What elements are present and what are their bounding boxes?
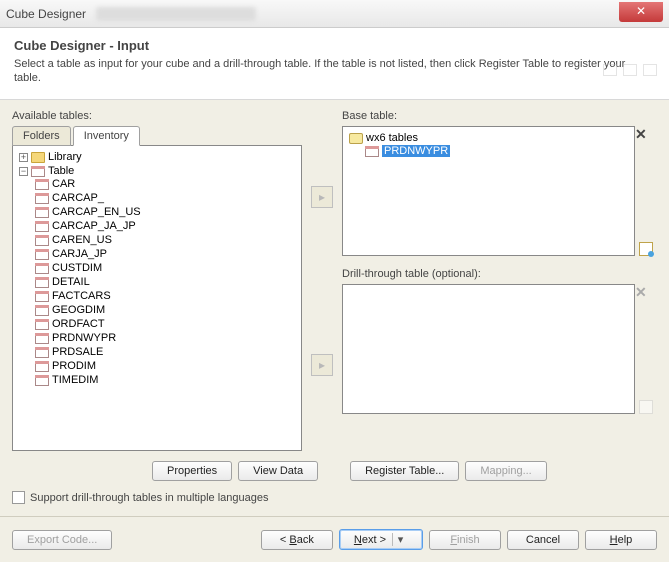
tree-item-label: CUSTDIM <box>52 262 102 274</box>
tree-item-label: PRDSALE <box>52 346 103 358</box>
tree-item-label: PRDNWYPR <box>52 332 116 344</box>
tree-item-label: GEOGDIM <box>52 304 105 316</box>
tree-node-library[interactable]: +Library <box>19 150 297 164</box>
tree-item-label: CAR <box>52 178 75 190</box>
properties-button[interactable]: Properties <box>152 461 232 481</box>
tree-item-label: CARCAP_EN_US <box>52 206 141 218</box>
available-tree[interactable]: +Library −Table CARCARCAP_CARCAP_EN_USCA… <box>12 145 302 451</box>
header-title: Cube Designer - Input <box>14 38 655 53</box>
available-tabstrip: Folders Inventory <box>12 126 302 146</box>
table-icon <box>35 305 49 316</box>
folder-icon <box>31 152 45 163</box>
header-window-icons <box>603 64 657 76</box>
base-root-node[interactable]: wx6 tables PRDNWYPR <box>349 131 630 159</box>
tree-item-label: CARCAP_ <box>52 192 104 204</box>
window-title: Cube Designer <box>6 7 86 21</box>
base-table-box[interactable]: wx6 tables PRDNWYPR <box>342 126 635 256</box>
table-icon <box>35 193 49 204</box>
base-table-label: Base table: <box>342 110 657 122</box>
tree-item[interactable]: CAR <box>35 177 297 191</box>
table-icon <box>35 207 49 218</box>
tree-item[interactable]: FACTCARS <box>35 289 297 303</box>
tree-item[interactable]: DETAIL <box>35 275 297 289</box>
wizard-footer: Export Code... < Back Next >▾ Finish Can… <box>0 516 669 562</box>
export-code-button: Export Code... <box>12 530 112 550</box>
table-icon <box>35 277 49 288</box>
tree-item-label: DETAIL <box>52 276 90 288</box>
close-icon[interactable] <box>643 64 657 76</box>
tree-item[interactable]: TIMEDIM <box>35 373 297 387</box>
table-icon <box>35 333 49 344</box>
tree-item[interactable]: GEOGDIM <box>35 303 297 317</box>
help-button[interactable]: Help <box>585 530 657 550</box>
table-icon <box>35 291 49 302</box>
drill-properties-icon <box>639 400 653 414</box>
view-data-button[interactable]: View Data <box>238 461 318 481</box>
remove-base-button[interactable]: ✕ <box>635 126 649 140</box>
back-button[interactable]: < Back <box>261 530 333 550</box>
tree-item-label: CARJA_JP <box>52 248 107 260</box>
tab-inventory[interactable]: Inventory <box>73 126 140 146</box>
tab-folders[interactable]: Folders <box>12 126 71 146</box>
tree-item[interactable]: CARCAP_ <box>35 191 297 205</box>
tree-item[interactable]: CARJA_JP <box>35 247 297 261</box>
drill-table-box[interactable] <box>342 284 635 414</box>
database-icon <box>349 133 363 144</box>
table-properties-icon[interactable] <box>639 242 653 256</box>
tree-item-label: TIMEDIM <box>52 374 98 386</box>
maximize-icon[interactable] <box>623 64 637 76</box>
tree-item[interactable]: ORDFACT <box>35 317 297 331</box>
next-dropdown-icon[interactable]: ▾ <box>392 533 408 546</box>
minimize-icon[interactable] <box>603 64 617 76</box>
finish-button: Finish <box>429 530 501 550</box>
dialog-header: Cube Designer - Input Select a table as … <box>0 28 669 100</box>
table-icon <box>35 235 49 246</box>
available-tables-label: Available tables: <box>12 110 302 122</box>
header-subtitle: Select a table as input for your cube an… <box>14 57 655 85</box>
remove-drill-button[interactable]: ✕ <box>635 284 649 298</box>
table-icon <box>365 146 379 157</box>
tree-item[interactable]: CUSTDIM <box>35 261 297 275</box>
close-button[interactable]: ✕ <box>619 2 663 22</box>
drill-table-label: Drill-through table (optional): <box>342 268 657 280</box>
next-button[interactable]: Next >▾ <box>339 529 423 550</box>
collapse-icon[interactable]: − <box>19 167 28 176</box>
tree-node-table[interactable]: −Table CARCARCAP_CARCAP_EN_USCARCAP_JA_J… <box>19 164 297 388</box>
table-icon <box>35 249 49 260</box>
title-bar: Cube Designer ✕ <box>0 0 669 28</box>
multilang-checkbox[interactable] <box>12 491 25 504</box>
tree-item-label: CAREN_US <box>52 234 112 246</box>
title-blur <box>96 7 256 21</box>
tree-item[interactable]: CARCAP_EN_US <box>35 205 297 219</box>
tree-item[interactable]: PRODIM <box>35 359 297 373</box>
table-icon <box>35 319 49 330</box>
table-icon <box>35 361 49 372</box>
table-icon <box>35 221 49 232</box>
table-icon <box>35 375 49 386</box>
tree-item[interactable]: CAREN_US <box>35 233 297 247</box>
tree-item-label: FACTCARS <box>52 290 111 302</box>
mapping-button: Mapping... <box>465 461 546 481</box>
move-to-drill-button[interactable]: ▸ <box>311 354 333 376</box>
tree-item[interactable]: PRDSALE <box>35 345 297 359</box>
tree-item[interactable]: PRDNWYPR <box>35 331 297 345</box>
expand-icon[interactable]: + <box>19 153 28 162</box>
register-table-button[interactable]: Register Table... <box>350 461 459 481</box>
table-icon <box>31 166 45 177</box>
base-selected-node[interactable]: PRDNWYPR <box>365 144 630 158</box>
move-to-base-button[interactable]: ▸ <box>311 186 333 208</box>
table-icon <box>35 263 49 274</box>
tree-item-label: ORDFACT <box>52 318 105 330</box>
multilang-label: Support drill-through tables in multiple… <box>30 492 268 504</box>
tree-item[interactable]: CARCAP_JA_JP <box>35 219 297 233</box>
tree-item-label: CARCAP_JA_JP <box>52 220 136 232</box>
tree-item-label: PRODIM <box>52 360 96 372</box>
table-icon <box>35 347 49 358</box>
table-icon <box>35 179 49 190</box>
cancel-button[interactable]: Cancel <box>507 530 579 550</box>
